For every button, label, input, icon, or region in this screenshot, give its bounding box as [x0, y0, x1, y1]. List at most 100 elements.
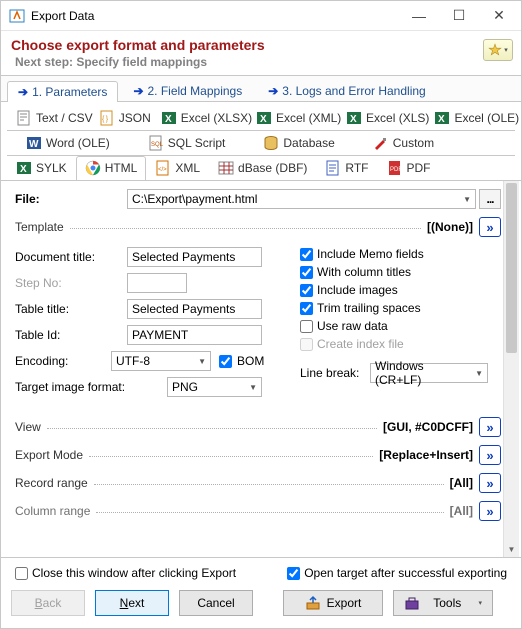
svg-text:{ }: { }	[102, 116, 109, 123]
format-text-csv[interactable]: Text / CSV	[7, 106, 90, 130]
arrow-right-icon: ➔	[133, 84, 143, 98]
check-label: Include Memo fields	[317, 247, 424, 261]
line-break-value: Windows (CR+LF)	[375, 359, 471, 387]
tab-parameters[interactable]: ➔ 1. Parameters	[7, 81, 118, 102]
check-memo[interactable]	[300, 248, 313, 261]
format-html[interactable]: HTML	[76, 156, 147, 180]
svg-text:X: X	[165, 114, 172, 125]
format-json[interactable]: { } JSON	[90, 106, 152, 130]
format-rtf[interactable]: RTF	[316, 156, 377, 180]
step-no-input[interactable]	[127, 273, 187, 293]
close-button[interactable]: ✕	[479, 1, 519, 31]
expand-template-button[interactable]: »	[479, 217, 501, 237]
target-image-select[interactable]: PNG ▼	[167, 377, 262, 397]
target-image-label: Target image format:	[15, 380, 167, 394]
table-title-label: Table title:	[15, 302, 127, 316]
check-label: With column titles	[317, 265, 411, 279]
table-id-input[interactable]	[127, 325, 262, 345]
back-button: Back	[11, 590, 85, 616]
format-label: Word (OLE)	[46, 136, 110, 150]
expand-view-button[interactable]: »	[479, 417, 501, 437]
window-controls: — ☐ ✕	[399, 1, 519, 31]
check-label: Trim trailing spaces	[317, 301, 421, 315]
expand-export-mode-button[interactable]: »	[479, 445, 501, 465]
chevron-down-icon: ▼	[463, 195, 471, 204]
chevron-down-icon: ▼	[249, 383, 257, 392]
check-trim[interactable]	[300, 302, 313, 315]
check-images[interactable]	[300, 284, 313, 297]
svg-text:X: X	[20, 164, 27, 175]
tab-field-mappings[interactable]: ➔ 2. Field Mappings	[122, 80, 253, 101]
line-break-select[interactable]: Windows (CR+LF) ▼	[370, 363, 488, 383]
format-excel-xml[interactable]: X Excel (XML)	[247, 106, 337, 130]
wizard-tabs: ➔ 1. Parameters ➔ 2. Field Mappings ➔ 3.…	[1, 76, 521, 102]
db-icon	[263, 135, 279, 151]
table-id-label: Table Id:	[15, 328, 127, 342]
check-close-after[interactable]	[15, 567, 28, 580]
cancel-button[interactable]: Cancel	[179, 590, 253, 616]
format-custom[interactable]: Custom	[354, 131, 453, 155]
format-label: RTF	[345, 161, 368, 175]
format-database[interactable]: Database	[244, 131, 353, 155]
maximize-button[interactable]: ☐	[439, 1, 479, 31]
tab-label: 2. Field Mappings	[148, 84, 243, 98]
file-label: File:	[15, 192, 127, 206]
expand-record-range-button[interactable]: »	[479, 473, 501, 493]
encoding-select[interactable]: UTF-8 ▼	[111, 351, 211, 371]
xml-icon: </>	[155, 160, 171, 176]
json-icon: { }	[99, 110, 115, 126]
format-xml[interactable]: </> XML	[146, 156, 209, 180]
check-label: Use raw data	[317, 319, 388, 333]
doc-title-input[interactable]	[127, 247, 262, 267]
bottom-checks: Close this window after clicking Export …	[1, 557, 521, 580]
check-label: Open target after successful exporting	[304, 566, 507, 580]
format-row-2: W Word (OLE) SQL SQL Script Database Cus…	[7, 130, 515, 155]
svg-text:PDF: PDF	[390, 167, 402, 173]
window-title: Export Data	[31, 9, 94, 23]
format-sql-script[interactable]: SQL SQL Script	[129, 131, 245, 155]
scroll-thumb[interactable]	[506, 183, 517, 353]
check-column-titles[interactable]	[300, 266, 313, 279]
format-excel-xls[interactable]: X Excel (XLS)	[337, 106, 425, 130]
format-label: SYLK	[36, 161, 67, 175]
wizard-title: Choose export format and parameters	[11, 37, 265, 53]
vertical-scrollbar[interactable]: ▲ ▼	[503, 181, 519, 557]
format-label: SQL Script	[168, 136, 226, 150]
btn-text: Tools	[433, 596, 461, 610]
custom-icon	[373, 135, 389, 151]
toolbox-icon	[404, 595, 420, 611]
check-open-target[interactable]	[287, 567, 300, 580]
minimize-button[interactable]: —	[399, 1, 439, 31]
section-value: [GUI, #C0DCFF]	[383, 420, 473, 434]
file-combo[interactable]: C:\Export\payment.html ▼	[127, 189, 476, 209]
excel-icon: X	[434, 110, 450, 126]
tools-button[interactable]: Tools ▾	[393, 590, 493, 616]
format-label: Excel (XLS)	[366, 111, 429, 125]
favorites-button[interactable]: ▾	[483, 39, 513, 61]
section-title: View	[15, 420, 41, 434]
table-title-input[interactable]	[127, 299, 262, 319]
check-raw[interactable]	[300, 320, 313, 333]
format-tabs-area: Text / CSV { } JSON X Excel (XLSX) X Exc…	[1, 102, 521, 181]
svg-text:X: X	[438, 114, 445, 125]
step-no-label: Step No:	[15, 276, 127, 290]
svg-text:SQL: SQL	[151, 142, 164, 148]
format-excel-ole[interactable]: X Excel (OLE)	[425, 106, 515, 130]
tab-logs-errors[interactable]: ➔ 3. Logs and Error Handling	[257, 80, 436, 101]
export-button[interactable]: Export	[283, 590, 383, 616]
format-dbase[interactable]: dBase (DBF)	[209, 156, 316, 180]
format-pdf[interactable]: PDF PDF	[378, 156, 440, 180]
dbf-icon	[218, 160, 234, 176]
next-button[interactable]: Next	[95, 590, 169, 616]
format-label: HTML	[105, 161, 138, 175]
expand-column-range-button[interactable]: »	[479, 501, 501, 521]
bom-checkbox[interactable]	[219, 355, 232, 368]
bom-label: BOM	[237, 354, 264, 368]
file-value: C:\Export\payment.html	[132, 192, 257, 206]
browse-button[interactable]: ...	[479, 189, 501, 209]
format-word-ole[interactable]: W Word (OLE)	[7, 131, 129, 155]
form-area: File: C:\Export\payment.html ▼ ... Templ…	[1, 181, 521, 557]
format-sylk[interactable]: X SYLK	[7, 156, 76, 180]
format-excel-xlsx[interactable]: X Excel (XLSX)	[152, 106, 247, 130]
column-range-section: Column range [All] »	[15, 501, 501, 521]
